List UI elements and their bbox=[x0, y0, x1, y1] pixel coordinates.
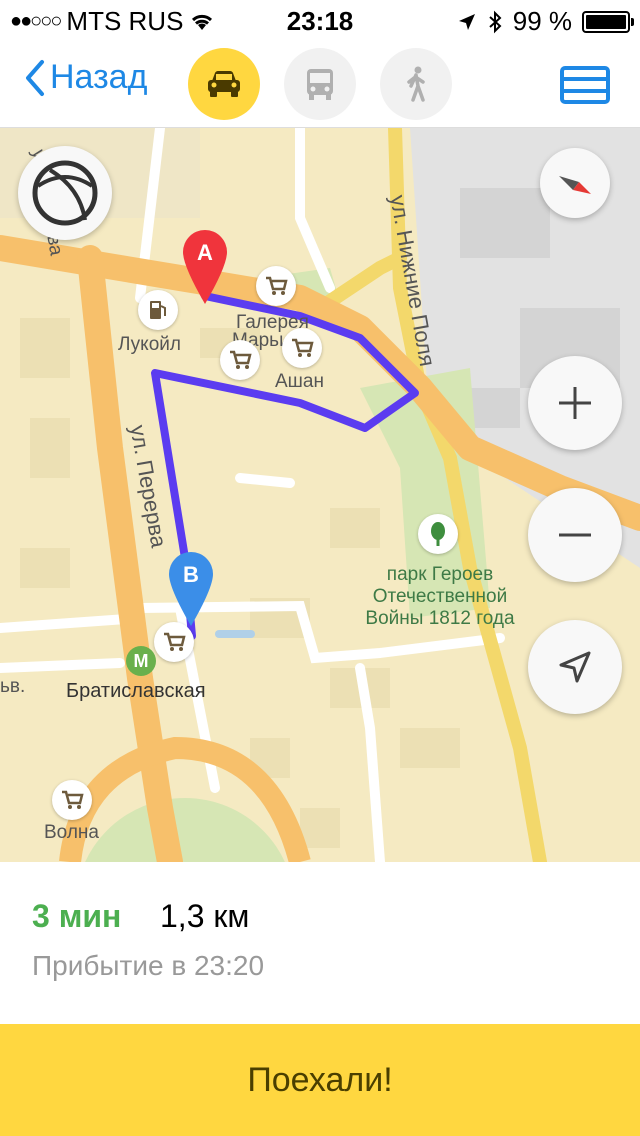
cart-icon bbox=[62, 790, 84, 809]
shop-poi-5[interactable] bbox=[52, 780, 92, 820]
traffic-ball-icon bbox=[32, 160, 98, 226]
cart-icon bbox=[292, 338, 314, 357]
route-info-panel: 3 мин 1,3 км Прибытие в 23:20 bbox=[0, 862, 640, 1024]
location-arrow-icon bbox=[559, 651, 591, 683]
mode-bus-button[interactable] bbox=[284, 48, 356, 120]
back-label: Назад bbox=[50, 58, 148, 96]
battery-icon bbox=[582, 10, 634, 33]
gas-station-poi[interactable] bbox=[138, 290, 178, 330]
bluetooth-icon bbox=[489, 10, 502, 33]
cart-icon bbox=[230, 350, 252, 369]
shop-poi-2[interactable] bbox=[220, 340, 260, 380]
bus-icon bbox=[307, 69, 333, 100]
status-bar: ●●○○○ MTS RUS 23:18 99 % bbox=[0, 0, 640, 40]
zoom-out-button[interactable] bbox=[528, 488, 622, 582]
park-label: парк Героев Отечественной Войны 1812 год… bbox=[355, 564, 525, 630]
walk-icon bbox=[407, 66, 425, 102]
park-label-line-2: Отечественной bbox=[372, 586, 508, 607]
cart-icon bbox=[266, 276, 288, 295]
shop-poi-3[interactable] bbox=[282, 328, 322, 368]
mode-walk-button[interactable] bbox=[380, 48, 452, 120]
park-label-line-3: Войны 1812 года bbox=[365, 608, 515, 629]
layers-button[interactable] bbox=[18, 146, 112, 240]
street-label-fragment: ьв. bbox=[0, 676, 26, 697]
route-list-icon bbox=[560, 66, 610, 104]
back-button[interactable]: Назад bbox=[24, 58, 147, 97]
poi-label-volna: Волна bbox=[44, 822, 99, 843]
nav-bar: Назад bbox=[0, 40, 640, 128]
marker-a[interactable]: A bbox=[180, 228, 230, 308]
shop-poi-1[interactable] bbox=[256, 266, 296, 306]
route-distance: 1,3 км bbox=[160, 898, 250, 934]
compass-icon bbox=[559, 176, 591, 194]
metro-label-bratislavskaya: Братиславская bbox=[66, 680, 206, 702]
plus-icon bbox=[559, 387, 591, 419]
poi-label-ashan: Ашан bbox=[275, 371, 324, 392]
route-duration: 3 мин bbox=[32, 898, 122, 934]
metro-icon[interactable]: M bbox=[126, 646, 156, 676]
minus-icon bbox=[559, 533, 591, 537]
marker-a-label: A bbox=[197, 240, 213, 265]
chevron-left-icon bbox=[26, 59, 44, 96]
marker-b[interactable]: B bbox=[166, 550, 216, 630]
map-view[interactable]: ул. Перерва ул. Перерва ул. Нижние Поля … bbox=[0, 128, 640, 862]
park-label-line-1: парк Героев bbox=[386, 564, 494, 585]
gas-station-icon bbox=[150, 301, 166, 319]
location-arrow-icon bbox=[458, 13, 475, 30]
status-right: 99 % bbox=[457, 6, 634, 37]
route-list-button[interactable] bbox=[560, 66, 610, 104]
park-poi[interactable] bbox=[418, 514, 458, 554]
tree-icon bbox=[431, 522, 445, 546]
my-location-button[interactable] bbox=[528, 620, 622, 714]
go-button[interactable]: Поехали! bbox=[0, 1024, 640, 1136]
route-arrival: Прибытие в 23:20 bbox=[32, 950, 265, 981]
compass-button[interactable] bbox=[540, 148, 610, 218]
car-icon bbox=[208, 71, 240, 97]
poi-label-lukoil: Лукойл bbox=[118, 334, 181, 355]
mode-car-button[interactable] bbox=[188, 48, 260, 120]
zoom-in-button[interactable] bbox=[528, 356, 622, 450]
map-base bbox=[0, 128, 640, 862]
marker-b-label: B bbox=[183, 562, 199, 587]
battery-percent: 99 % bbox=[512, 6, 572, 36]
cart-icon bbox=[164, 632, 186, 651]
